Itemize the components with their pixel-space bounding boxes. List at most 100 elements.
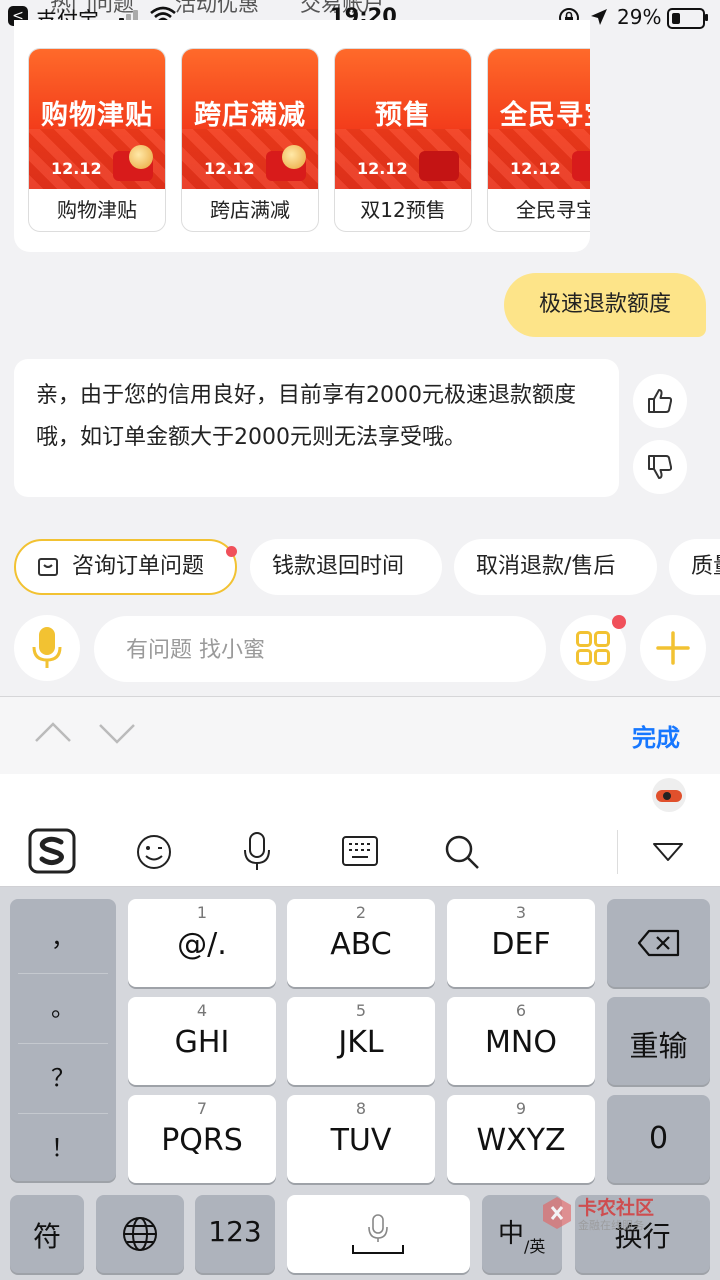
promo-card: 购物津贴 12.12 购物津贴 跨店满减 12.12 跨店满减 预售 12.12… <box>14 20 590 252</box>
watermark-title: 卡农社区 <box>578 1197 655 1219</box>
punctuation-column[interactable]: ， 。 ？ ！ <box>10 899 116 1181</box>
key-letters: DEF <box>491 927 551 962</box>
voice-button[interactable] <box>14 615 80 681</box>
watermark: 卡农社区 金融在线服务 <box>540 1193 666 1237</box>
space-key[interactable] <box>287 1195 470 1273</box>
punct-question-key[interactable]: ？ <box>18 1043 108 1114</box>
chip-refund-time[interactable]: 钱款退回时间 <box>250 539 442 595</box>
key-number: 2 <box>355 903 367 922</box>
backspace-icon <box>637 929 680 957</box>
promo-title: 跨店满减 <box>194 100 306 131</box>
promo-tile-presale[interactable]: 预售 12.12 双12预售 <box>334 48 472 232</box>
watermark-logo-icon <box>543 1197 571 1229</box>
chip-cancel-refund[interactable]: 取消退款/售后 <box>454 539 657 595</box>
watermark-subtitle: 金融在线服务 <box>578 1219 644 1232</box>
battery-icon <box>667 8 705 29</box>
key-letters: JKL <box>338 1025 384 1060</box>
keyboard-icon[interactable] <box>342 836 378 866</box>
key-letters: @/. <box>177 927 227 962</box>
key-number: 7 <box>196 1099 208 1118</box>
emoji-icon[interactable] <box>136 834 172 870</box>
bot-message-text: 亲，由于您的信用良好，目前享有2000元极速退款额度哦，如订单金额大于2000元… <box>36 383 576 450</box>
retype-key[interactable]: 重输 <box>607 997 710 1085</box>
chip-label: 钱款退回时间 <box>272 554 405 579</box>
add-button[interactable] <box>640 615 706 681</box>
chip-label: 取消退款/售后 <box>476 554 616 579</box>
grid-icon <box>576 631 610 665</box>
chip-label: 质量问题 <box>691 554 720 579</box>
thumbs-up-button[interactable] <box>633 374 687 428</box>
battery-fill <box>672 13 680 24</box>
coin-icon <box>282 145 306 169</box>
promo-date: 12.12 <box>51 159 102 178</box>
globe-icon <box>123 1217 157 1251</box>
notification-dot <box>612 615 626 629</box>
key-1[interactable]: 1 @/. <box>128 899 276 987</box>
keyboard-toolbar <box>0 696 720 775</box>
key-number: 8 <box>355 1099 367 1118</box>
voice-input-icon[interactable] <box>242 832 272 872</box>
key-number: 1 <box>196 903 208 922</box>
promo-title: 预售 <box>375 100 431 131</box>
promo-tile-treasure-hunt[interactable]: 全民寻宝 12.12 全民寻宝 <box>487 48 590 232</box>
key-label: 重输 <box>629 1029 688 1063</box>
key-number: 9 <box>515 1099 527 1118</box>
key-4[interactable]: 4 GHI <box>128 997 276 1085</box>
promo-label: 双12预售 <box>360 198 446 222</box>
promo-tile-shopping-allowance[interactable]: 购物津贴 12.12 购物津贴 <box>28 48 166 232</box>
key-6[interactable]: 6 MNO <box>447 997 595 1085</box>
key-0[interactable]: 0 <box>607 1095 710 1183</box>
punct-exclaim-key[interactable]: ！ <box>18 1113 108 1183</box>
promo-label: 全民寻宝 <box>516 198 590 222</box>
key-label: 0 <box>648 1121 669 1156</box>
key-label: 符 <box>32 1220 61 1253</box>
punct-period-key[interactable]: 。 <box>18 973 108 1044</box>
thumbs-down-button[interactable] <box>633 440 687 494</box>
promo-title: 全民寻宝 <box>500 100 590 131</box>
mascot-icon[interactable] <box>652 778 686 812</box>
key-5[interactable]: 5 JKL <box>287 997 435 1085</box>
key-letters: MNO <box>485 1025 557 1060</box>
user-message-bubble: 极速退款额度 <box>504 273 706 337</box>
key-8[interactable]: 8 TUV <box>287 1095 435 1183</box>
collapse-keyboard-icon[interactable] <box>652 842 684 862</box>
gift-bag-icon <box>419 151 459 181</box>
key-3[interactable]: 3 DEF <box>447 899 595 987</box>
key-7[interactable]: 7 PQRS <box>128 1095 276 1183</box>
chevron-up-icon[interactable] <box>34 721 72 743</box>
message-input-pill[interactable] <box>94 616 546 684</box>
battery-cap <box>705 14 708 21</box>
promo-label: 购物津贴 <box>57 198 137 222</box>
key-number: 4 <box>196 1001 208 1020</box>
message-input[interactable] <box>124 616 528 684</box>
key-letters: GHI <box>174 1025 230 1060</box>
punct-comma-key[interactable]: ， <box>18 903 108 974</box>
chevron-down-icon[interactable] <box>98 723 136 745</box>
globe-key[interactable] <box>96 1195 184 1273</box>
key-letters: TUV <box>330 1123 392 1158</box>
symbols-key[interactable]: 符 <box>10 1195 84 1273</box>
key-letters: PQRS <box>161 1123 243 1158</box>
search-icon[interactable] <box>444 834 480 870</box>
promo-label: 跨店满减 <box>210 198 290 222</box>
promo-date: 12.12 <box>357 159 408 178</box>
sogou-logo-icon[interactable] <box>28 828 76 874</box>
battery-percent: 29% <box>617 5 662 29</box>
plus-icon <box>656 631 690 665</box>
key-number: 3 <box>515 903 527 922</box>
space-mic-icon <box>352 1214 404 1254</box>
tab-promotions[interactable]: 活动优惠 <box>175 0 259 18</box>
chip-quality-issue[interactable]: 质量问题 <box>669 539 720 595</box>
promo-tile-cross-store[interactable]: 跨店满减 12.12 跨店满减 <box>181 48 319 232</box>
coin-icon <box>129 145 153 169</box>
ime-toolbar <box>0 818 720 887</box>
key-2[interactable]: 2 ABC <box>287 899 435 987</box>
done-button[interactable]: 完成 <box>632 718 680 753</box>
notification-dot <box>226 546 237 557</box>
key-number: 6 <box>515 1001 527 1020</box>
number-mode-key[interactable]: 123 <box>195 1195 275 1273</box>
key-9[interactable]: 9 WXYZ <box>447 1095 595 1183</box>
bot-message-bubble: 亲，由于您的信用良好，目前享有2000元极速退款额度哦，如订单金额大于2000元… <box>14 359 619 497</box>
backspace-key[interactable] <box>607 899 710 987</box>
promo-date: 12.12 <box>204 159 255 178</box>
